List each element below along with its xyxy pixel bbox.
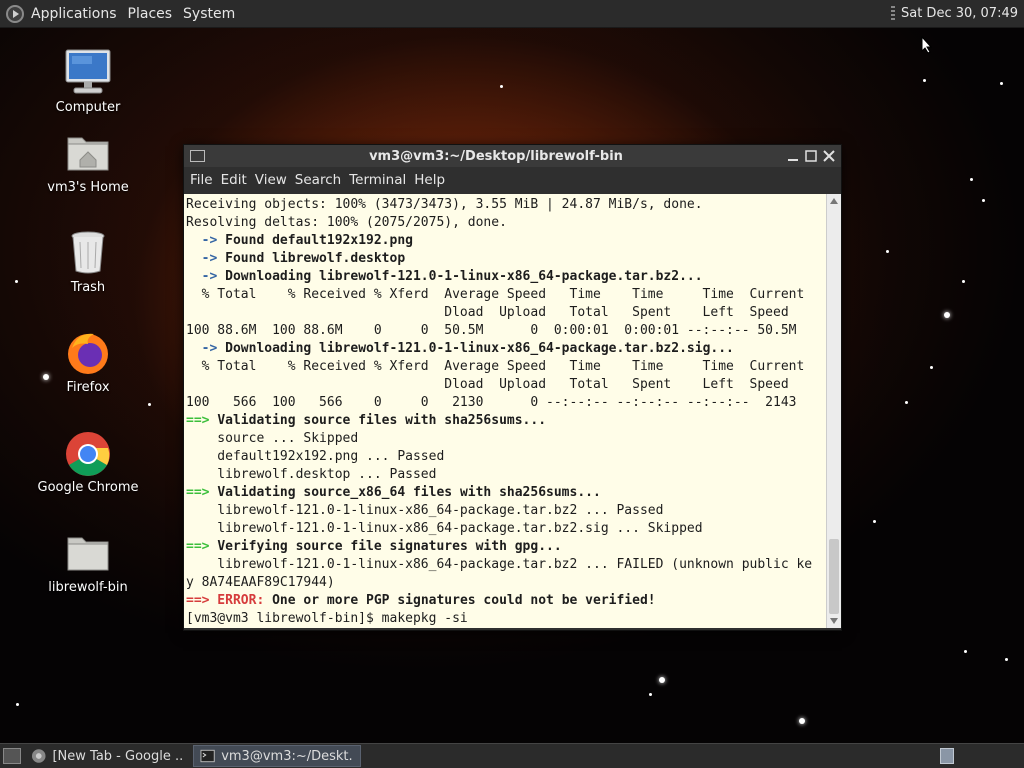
maximize-button[interactable] — [805, 150, 817, 162]
window-titlebar[interactable]: vm3@vm3:~/Desktop/librewolf-bin — [184, 145, 841, 167]
menu-view[interactable]: View — [251, 172, 291, 188]
scrollbar-thumb[interactable] — [829, 539, 839, 614]
minimize-button[interactable] — [787, 150, 799, 162]
taskbar-item-chrome[interactable]: [New Tab - Google ... — [25, 745, 189, 767]
terminal-line: ==> Validating source files with sha256s… — [186, 413, 547, 428]
terminal-line: % Total % Received % Xferd Average Speed… — [186, 287, 805, 302]
menu-applications[interactable]: Applications — [27, 6, 121, 22]
desktop-icon-home[interactable]: vm3's Home — [28, 128, 148, 195]
chrome-icon — [31, 749, 46, 763]
desktop-icon-computer[interactable]: Computer — [28, 48, 148, 115]
terminal-line: -> Downloading librewolf-121.0-1-linux-x… — [201, 341, 734, 356]
menu-places[interactable]: Places — [124, 6, 177, 22]
menu-system[interactable]: System — [179, 6, 239, 22]
terminal-text[interactable]: Receiving objects: 100% (3473/3473), 3.5… — [184, 194, 826, 628]
terminal-line: source ... Skipped — [186, 431, 359, 446]
terminal-line: librewolf-121.0-1-linux-x86_64-package.t… — [186, 521, 703, 536]
terminal-line: Dload Upload Total Spent Left Speed — [186, 305, 789, 320]
menu-search[interactable]: Search — [291, 172, 345, 188]
terminal-icon — [200, 749, 215, 763]
close-button[interactable] — [823, 150, 835, 162]
top-panel: Applications Places System Sat Dec 30, 0… — [0, 0, 1024, 28]
chrome-icon — [64, 428, 112, 476]
terminal-line: -> Found librewolf.desktop — [201, 251, 406, 266]
desktop-icon-label: librewolf-bin — [48, 580, 128, 595]
bottom-panel: [New Tab - Google ... vm3@vm3:~/Deskt... — [0, 743, 1024, 768]
firefox-icon — [64, 328, 112, 376]
terminal-scrollbar[interactable] — [826, 194, 841, 628]
terminal-line: Resolving deltas: 100% (2075/2075), done… — [186, 215, 507, 230]
terminal-icon — [190, 150, 205, 162]
panel-handle-icon[interactable] — [890, 5, 895, 22]
taskbar-item-label: [New Tab - Google ... — [52, 748, 183, 764]
desktop-icon-firefox[interactable]: Firefox — [28, 328, 148, 395]
terminal-line: ==> Validating source_x86_64 files with … — [186, 485, 601, 500]
home-folder-icon — [64, 128, 112, 176]
menu-file[interactable]: File — [186, 172, 217, 188]
terminal-line: [vm3@vm3 librewolf-bin]$ makepkg -si — [186, 611, 468, 626]
terminal-line: -> Found default192x192.png — [201, 233, 413, 248]
show-desktop-icon[interactable] — [3, 748, 21, 764]
terminal-line: % Total % Received % Xferd Average Speed… — [186, 359, 805, 374]
mouse-cursor-icon — [921, 35, 933, 58]
terminal-menubar: File Edit View Search Terminal Help — [184, 167, 841, 193]
clock[interactable]: Sat Dec 30, 07:49 — [901, 6, 1018, 21]
terminal-line: ==> Verifying source file signatures wit… — [186, 539, 562, 554]
terminal-line: librewolf-121.0-1-linux-x86_64-package.t… — [186, 557, 813, 572]
terminal-line: ==> ERROR: One or more PGP signatures co… — [186, 593, 656, 608]
terminal-line: librewolf.desktop ... Passed — [186, 467, 437, 482]
desktop-icon-label: Google Chrome — [37, 480, 139, 495]
window-title: vm3@vm3:~/Desktop/librewolf-bin — [369, 148, 623, 164]
terminal-line: librewolf-121.0-1-linux-x86_64-package.t… — [186, 503, 664, 518]
terminal-line: default192x192.png ... Passed — [186, 449, 445, 464]
terminal-line: Dload Upload Total Spent Left Speed — [186, 377, 789, 392]
computer-icon — [64, 48, 112, 96]
distro-logo-icon[interactable] — [6, 4, 24, 23]
desktop-icon-librewolf-bin[interactable]: librewolf-bin — [28, 528, 148, 595]
terminal-line: 100 88.6M 100 88.6M 0 0 50.5M 0 0:00:01 … — [186, 323, 797, 338]
desktop-icon-label: Firefox — [66, 380, 110, 395]
terminal-line: y 8A74EAAF89C17944) — [186, 575, 335, 590]
terminal-window[interactable]: vm3@vm3:~/Desktop/librewolf-bin File Edi… — [183, 144, 842, 631]
workspace-switcher[interactable] — [940, 748, 954, 764]
terminal-output[interactable]: Receiving objects: 100% (3473/3473), 3.5… — [184, 194, 826, 628]
menu-edit[interactable]: Edit — [217, 172, 251, 188]
terminal-line: 100 566 100 566 0 0 2130 0 --:--:-- --:-… — [186, 395, 797, 410]
desktop-icon-label: Trash — [70, 280, 106, 295]
desktop-icon-label: vm3's Home — [47, 180, 129, 195]
menu-terminal[interactable]: Terminal — [345, 172, 410, 188]
terminal-line: Receiving objects: 100% (3473/3473), 3.5… — [186, 197, 703, 212]
trash-icon — [64, 228, 112, 276]
desktop-icon-trash[interactable]: Trash — [28, 228, 148, 295]
taskbar-item-terminal[interactable]: vm3@vm3:~/Deskt... — [193, 745, 361, 767]
desktop-icon-chrome[interactable]: Google Chrome — [28, 428, 148, 495]
menu-help[interactable]: Help — [410, 172, 449, 188]
desktop-icon-label: Computer — [55, 100, 121, 115]
taskbar-item-label: vm3@vm3:~/Deskt... — [221, 748, 354, 764]
folder-icon — [64, 528, 112, 576]
scroll-up-icon[interactable] — [830, 198, 838, 204]
scroll-down-icon[interactable] — [830, 618, 838, 624]
terminal-line: -> Downloading librewolf-121.0-1-linux-x… — [201, 269, 703, 284]
